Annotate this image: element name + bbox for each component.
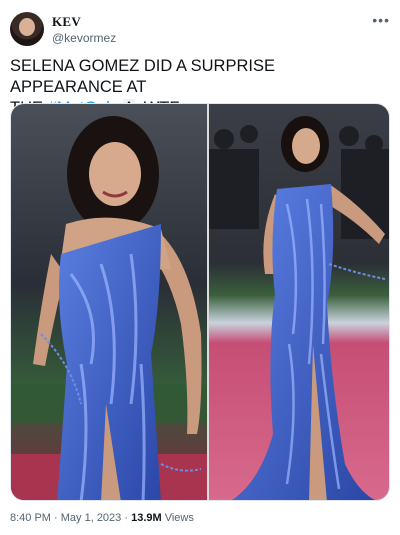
tweet-time[interactable]: 8:40 PM	[10, 512, 51, 524]
tweet-text-line1: SELENA GOMEZ DID A SURPRISE APPEARANCE A…	[10, 57, 275, 96]
author-name[interactable]: KEV	[52, 14, 81, 30]
photo-gown-closeup[interactable]	[11, 104, 207, 500]
views-label: Views	[161, 512, 194, 524]
tweet-date[interactable]: May 1, 2023	[61, 512, 122, 524]
photo-gown-full[interactable]	[209, 104, 389, 500]
meta-separator: ·	[50, 512, 61, 524]
more-horizontal-icon[interactable]: •••	[372, 12, 390, 28]
media-grid[interactable]	[10, 103, 390, 501]
views-count: 13.9M	[131, 512, 162, 524]
avatar[interactable]	[10, 12, 44, 46]
tweet-meta: 8:40 PM · May 1, 2023 · 13.9M Views	[10, 512, 194, 524]
author-handle[interactable]: @kevormez	[52, 31, 116, 45]
tweet-header: KEV @kevormez •••	[10, 12, 390, 48]
meta-separator-2: ·	[121, 512, 132, 524]
